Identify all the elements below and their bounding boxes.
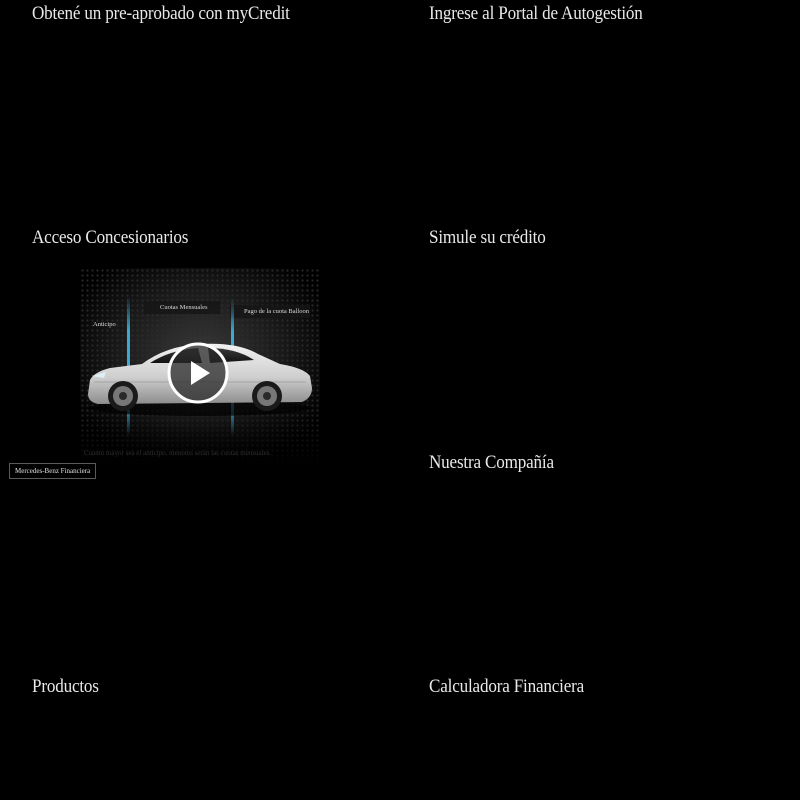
- video-label-anticipo: Anticipo: [93, 321, 116, 328]
- video-caption: Cuanto mayor sea el anticipo, menores se…: [84, 449, 272, 457]
- brand-badge-mercedes-benz-financiera[interactable]: Mercedes-Benz Financiera: [9, 463, 97, 479]
- tile-title-simule-credito[interactable]: Simule su crédito: [429, 226, 546, 250]
- video-player[interactable]: Cuotas Mensuales Anticipo Pago de la cuo…: [80, 268, 320, 464]
- play-button[interactable]: [167, 342, 229, 404]
- tile-title-acceso-concesionarios[interactable]: Acceso Concesionarios: [32, 226, 188, 250]
- tile-title-portal-autogestion[interactable]: Ingrese al Portal de Autogestión: [429, 2, 643, 26]
- tile-title-calculadora-financiera[interactable]: Calculadora Financiera: [429, 675, 584, 699]
- tile-title-nuestra-compania[interactable]: Nuestra Compañía: [429, 451, 554, 475]
- tile-title-mycredit[interactable]: Obtené un pre-aprobado con myCredit: [32, 2, 290, 26]
- video-label-cuota-balloon: Pago de la cuota Balloon: [244, 308, 309, 315]
- video-label-cuotas-mensuales: Cuotas Mensuales: [160, 304, 208, 311]
- tile-title-productos[interactable]: Productos: [32, 675, 99, 699]
